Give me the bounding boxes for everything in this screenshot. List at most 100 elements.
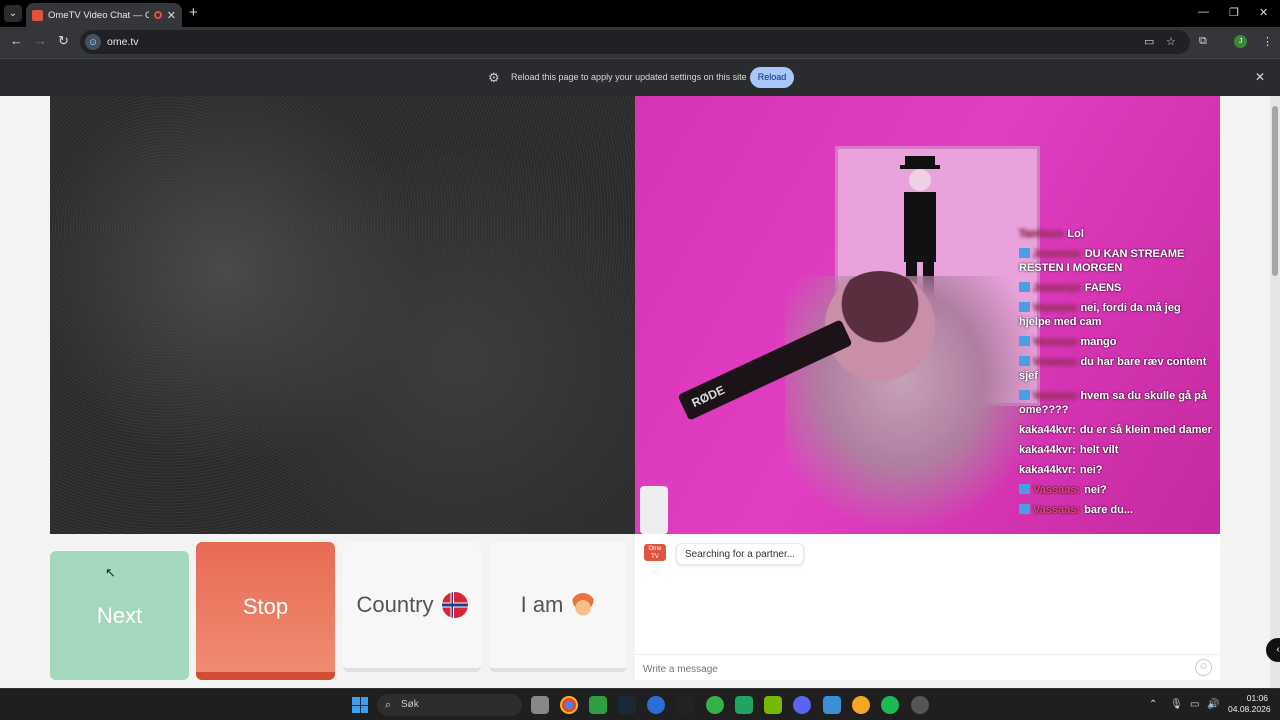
app-green-icon[interactable] [706, 696, 724, 714]
menu-kebab-icon[interactable]: ⋮ [1262, 35, 1273, 48]
country-button[interactable]: Country [343, 542, 481, 672]
chat-badge-icon [1019, 336, 1030, 346]
close-tab-icon[interactable]: ✕ [167, 9, 176, 22]
chat-text: du er så klein med damer [1079, 424, 1212, 436]
stream-chat-line: Vassaas hvem sa du skulle gå på ome???? [1019, 389, 1214, 417]
infobar-close-icon[interactable]: ✕ [1255, 70, 1265, 84]
browser-tab[interactable]: OmeTV Video Chat — Ome ✕ [26, 3, 182, 27]
site-info-icon[interactable]: ⊙ [85, 34, 101, 50]
reload-button[interactable]: Reload [750, 67, 794, 88]
chat-text: bare du... [1084, 504, 1134, 516]
chrome-icon[interactable] [560, 696, 578, 714]
stop-label: Stop [242, 594, 289, 619]
chat-badge-icon [1019, 356, 1030, 366]
chat-text: nei? [1079, 464, 1103, 476]
windows-start-icon[interactable] [352, 697, 368, 713]
iam-label: I am [520, 592, 564, 617]
status-message: Searching for a partner... [676, 543, 805, 565]
gender-button[interactable]: I am [489, 542, 627, 672]
stream-chat-line: Tanhane Lol [1019, 227, 1214, 241]
forward-icon[interactable]: → [34, 33, 47, 48]
reload-infobar: ⚙ Reload this page to apply your updated… [0, 58, 1280, 96]
browser-toolbar: ← → ↻ ⊙ ome.tv ▭ ☆ ⧉ ⋮ [0, 27, 1280, 58]
stream-chat-line: kaka44kvr: du er så klein med damer [1019, 423, 1214, 437]
stream-chat-line: kaka44kvr: helt vilt [1019, 443, 1214, 457]
new-tab-button[interactable]: + [189, 4, 198, 21]
excel-icon[interactable] [735, 696, 753, 714]
chat-username: Vassaas: [1033, 484, 1081, 496]
minimize-icon[interactable]: — [1198, 6, 1209, 18]
chat-username: kaka44kvr: [1019, 424, 1076, 436]
chat-username: Vassaas [1033, 356, 1077, 368]
stream-chat-line: Vassaas du har bare ræv content sjef [1019, 355, 1214, 383]
chat-username: Vassaas: [1033, 504, 1081, 516]
settings-gear-icon: ⚙ [488, 70, 500, 85]
text-chat-panel: Ome TV Searching for a partner... ☺ [635, 534, 1220, 680]
volume-icon[interactable]: 🔊 [1207, 699, 1219, 710]
taskbar-search[interactable]: ⌕ Søk [377, 694, 522, 716]
stream-chat-line: Vassaas nei, fordi da må jeg hjelpe med c… [1019, 301, 1214, 329]
chat-badge-icon [1019, 484, 1030, 494]
nvidia-icon[interactable] [764, 696, 782, 714]
back-icon[interactable]: ← [10, 33, 23, 48]
tab-search-button[interactable]: ⌄ [4, 5, 22, 22]
app-icon[interactable] [647, 696, 665, 714]
chat-username: Tanhane [1019, 228, 1064, 240]
browser-tab-bar: ⌄ OmeTV Video Chat — Ome ✕ + — ❐ ✕ [0, 0, 1280, 27]
chat-badge-icon [1019, 504, 1030, 514]
refresh-icon[interactable]: ↻ [58, 33, 69, 49]
stop-button[interactable]: Stop [196, 542, 335, 680]
spotify-icon[interactable] [881, 696, 899, 714]
close-window-icon[interactable]: ✕ [1259, 6, 1268, 19]
task-view-icon[interactable] [531, 696, 549, 714]
chat-text: mango [1080, 336, 1117, 348]
stream-chat-line: Vassaas: nei? [1019, 483, 1214, 497]
message-bar: ☺ [635, 654, 1220, 680]
clock-time: 01:06 [1246, 693, 1268, 703]
next-button[interactable]: Next [50, 551, 189, 680]
epic-icon[interactable] [676, 696, 694, 714]
bookmark-star-icon[interactable]: ☆ [1166, 35, 1176, 48]
extensions-icon[interactable]: ⧉ [1199, 35, 1207, 48]
microphone-tray-icon[interactable]: 🎙 [1170, 699, 1183, 710]
recording-icon [153, 11, 162, 19]
chat-username: kaka44kvr: [1019, 464, 1076, 476]
chat-text: FAENS [1084, 282, 1122, 294]
obs-icon[interactable] [911, 696, 929, 714]
chat-username: Jesseran [1033, 282, 1081, 294]
browser-app-icon[interactable] [852, 696, 870, 714]
tray-chevron-icon[interactable]: ⌃ [1149, 699, 1157, 710]
message-input[interactable] [643, 661, 1183, 677]
chat-badge-icon [1019, 282, 1030, 292]
page-scrollbar[interactable] [1270, 96, 1280, 688]
tab-title: OmeTV Video Chat — Ome [48, 9, 149, 21]
boy-avatar-icon [571, 593, 596, 617]
taskbar-clock[interactable]: 01:06 04.08.2026 [1228, 693, 1271, 715]
address-bar[interactable]: ⊙ ome.tv [80, 30, 1190, 54]
norway-flag-icon [441, 592, 468, 618]
windows-taskbar: ⌕ Søk ⌃ 🎙 ▭ 🔊 01:06 04.08.2026 [0, 688, 1280, 720]
chat-username: Vassaas [1033, 302, 1077, 314]
scrollbar-thumb[interactable] [1272, 106, 1278, 276]
photos-icon[interactable] [823, 696, 841, 714]
stream-chat-overlay: Tanhane Lol Jesseran DU KAN STREAME RESTEN … [1019, 227, 1214, 523]
restore-icon[interactable]: ❐ [1229, 6, 1239, 19]
network-icon[interactable]: ▭ [1190, 699, 1199, 710]
chat-text: helt vilt [1079, 444, 1119, 456]
clock-date: 04.08.2026 [1228, 704, 1271, 714]
chat-text: nei? [1084, 484, 1107, 496]
stream-chat-line: Jesseran DU KAN STREAME RESTEN I MORGEN [1019, 247, 1214, 275]
profile-avatar[interactable]: J [1234, 35, 1247, 48]
emoji-icon[interactable]: ☺ [1195, 659, 1212, 676]
steam-icon[interactable] [618, 696, 636, 714]
xbox-icon[interactable] [589, 696, 607, 714]
partner-video-static [50, 96, 635, 534]
chat-text: Lol [1067, 228, 1084, 240]
chat-username: Vassaas [1033, 336, 1077, 348]
stream-chat-line: Jesseran FAENS [1019, 281, 1214, 295]
chat-badge-icon [1019, 302, 1030, 312]
taskbar-search-label: Søk [401, 699, 419, 710]
discord-icon[interactable] [793, 696, 811, 714]
cast-icon[interactable]: ▭ [1144, 35, 1154, 48]
search-icon: ⌕ [385, 699, 392, 711]
